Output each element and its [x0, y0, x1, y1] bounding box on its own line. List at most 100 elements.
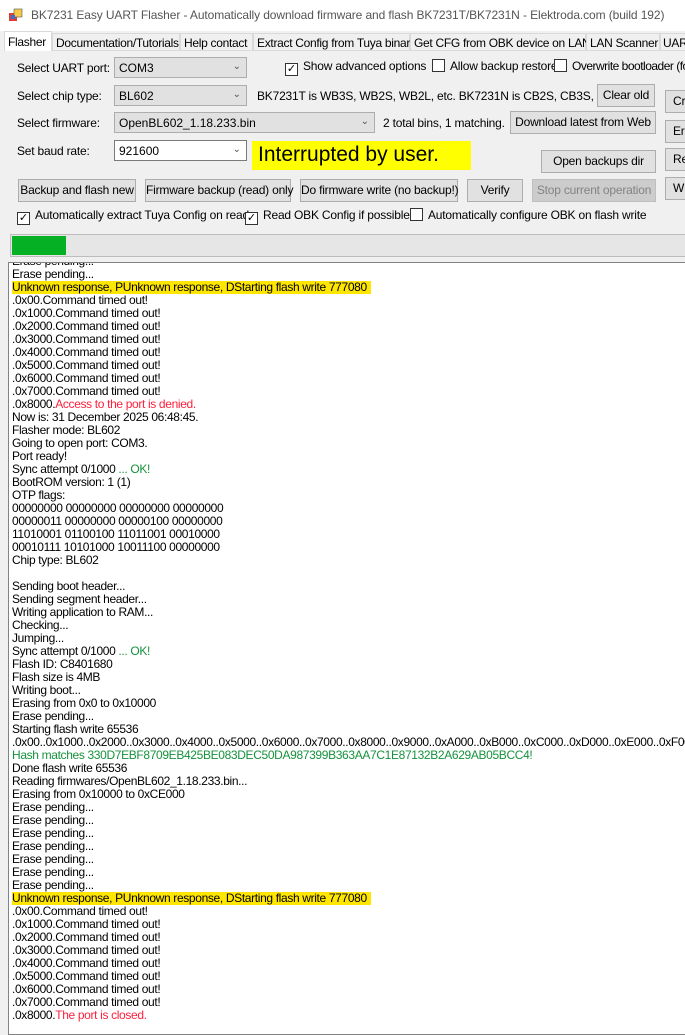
log-text: OTP flags: — [12, 488, 65, 502]
log-text: .0x2000.Command timed out! — [12, 319, 161, 333]
baud-rate-select[interactable]: 921600 ⌄ — [114, 140, 247, 161]
checkbox-icon — [554, 59, 567, 72]
overwrite-bootloader-checkbox[interactable]: Overwrite bootloader (fo — [554, 59, 685, 73]
log-text: Writing boot... — [12, 683, 81, 697]
title-bar: BK7231 Easy UART Flasher - Automatically… — [0, 0, 685, 31]
download-latest-button[interactable]: Download latest from Web — [510, 111, 656, 134]
log-text: 00000000 00000000 00000000 00000000 — [12, 501, 224, 515]
log-text: Erase pending... — [12, 839, 94, 853]
uart-port-select[interactable]: COM3 ⌄ — [114, 57, 247, 78]
allow-backup-restore-checkbox[interactable]: Allow backup restore — [432, 59, 558, 73]
read-obk-checkbox[interactable]: ✓ Read OBK Config if possible — [245, 208, 410, 225]
open-backups-button[interactable]: Open backups dir — [541, 150, 656, 173]
log-text: .0x4000.Command timed out! — [12, 956, 161, 970]
verify-button[interactable]: Verify — [467, 179, 523, 202]
chevron-down-icon: ⌄ — [232, 89, 241, 100]
log-line: Erase pending... — [12, 801, 685, 814]
tab-help-contact[interactable]: Help contact — [180, 33, 253, 51]
log-success-text: Hash matches 330D7EBF8709EB425BE083DEC50… — [12, 748, 533, 762]
log-text: 00010111 10101000 10011100 00000000 — [12, 540, 220, 554]
read-obk-label: Read OBK Config if possible — [263, 208, 410, 222]
firmware-label: Select firmware: — [17, 116, 100, 130]
log-text: Chip type: BL602 — [12, 553, 99, 567]
log-text: Sending segment header... — [12, 592, 147, 606]
baud-rate-label: Set baud rate: — [17, 144, 90, 158]
backup-and-flash-button[interactable]: Backup and flash new — [18, 179, 136, 202]
log-text: Now is: 31 December 2025 06:48:45. — [12, 410, 199, 424]
auto-configure-checkbox[interactable]: Automatically configure OBK on flash wri… — [410, 208, 647, 222]
log-text: Starting flash write 65536 — [12, 722, 139, 736]
log-text: .0x8000. — [12, 1008, 56, 1022]
log-text: Sending boot header... — [12, 579, 126, 593]
tab-get-cfg[interactable]: Get CFG from OBK device on LAN — [410, 33, 591, 51]
tab-uart[interactable]: UAR — [660, 33, 685, 51]
log-line: Writing application to RAM... — [12, 606, 685, 619]
log-text: .0x00..0x1000..0x2000..0x3000..0x4000..0… — [12, 735, 685, 749]
tab-extract-config[interactable]: Extract Config from Tuya binary — [253, 33, 416, 51]
log-error-text: The port is closed. — [55, 1008, 147, 1022]
tab-flasher[interactable]: Flasher — [4, 31, 52, 51]
log-text: 00000011 00000000 00000100 00000000 — [12, 514, 223, 528]
stop-operation-button[interactable]: Stop current operation — [532, 179, 656, 202]
log-text: Writing application to RAM... — [12, 605, 154, 619]
status-message: Interrupted by user. — [252, 141, 471, 170]
log-line: Erase pending... — [12, 840, 685, 853]
side-button-4[interactable]: W — [665, 177, 685, 200]
side-button-1[interactable]: Cr — [665, 90, 685, 113]
log-line: Erasing from 0x0 to 0x10000 — [12, 697, 685, 710]
auto-extract-label: Automatically extract Tuya Config on rea… — [35, 208, 249, 222]
app-icon — [9, 8, 23, 21]
log-line: Going to open port: COM3. — [12, 437, 685, 450]
checkbox-icon — [410, 208, 423, 221]
firmware-value: OpenBL602_1.18.233.bin — [119, 116, 256, 130]
log-text: .0x7000.Command timed out! — [12, 995, 161, 1009]
baud-rate-value: 921600 — [119, 144, 160, 158]
firmware-write-button[interactable]: Do firmware write (no backup!) — [300, 179, 459, 202]
show-advanced-checkbox[interactable]: ✓ Show advanced options — [285, 59, 426, 76]
log-text: Erasing from 0x0 to 0x10000 — [12, 696, 156, 710]
tab-documentation[interactable]: Documentation/Tutorials — [52, 33, 180, 51]
log-text: .0x3000.Command timed out! — [12, 332, 161, 346]
progress-fill — [12, 236, 66, 255]
chevron-down-icon: ⌄ — [232, 144, 241, 155]
checkbox-icon: ✓ — [17, 212, 30, 225]
log-text: .0x00.Command timed out! — [12, 293, 148, 307]
side-button-3[interactable]: Re — [665, 148, 685, 171]
log-text: Flash size is 4MB — [12, 670, 101, 684]
log-success-text: ... OK! — [118, 462, 150, 476]
log-text: Erase pending... — [12, 709, 94, 723]
log-line: Erase pending... — [12, 814, 685, 827]
chevron-down-icon: ⌄ — [360, 116, 369, 127]
show-advanced-label: Show advanced options — [303, 59, 427, 73]
log-text: .0x1000.Command timed out! — [12, 306, 161, 320]
clear-old-button[interactable]: Clear old — [597, 84, 655, 107]
log-output[interactable]: Erase pending...Erase pending...Unknown … — [8, 262, 685, 1035]
auto-extract-checkbox[interactable]: ✓ Automatically extract Tuya Config on re… — [17, 208, 249, 225]
log-text: BootROM version: 1 (1) — [12, 475, 131, 489]
side-button-2[interactable]: Er — [665, 120, 685, 143]
log-text: Erase pending... — [12, 878, 94, 892]
chip-type-label: Select chip type: — [17, 89, 102, 103]
auto-configure-label: Automatically configure OBK on flash wri… — [428, 208, 647, 222]
log-text: .0x4000.Command timed out! — [12, 345, 161, 359]
checkbox-icon: ✓ — [285, 63, 298, 76]
log-line: 00010111 10101000 10011100 00000000 — [12, 541, 685, 554]
firmware-select[interactable]: OpenBL602_1.18.233.bin ⌄ — [114, 112, 375, 133]
chevron-down-icon: ⌄ — [232, 61, 241, 72]
log-text: .0x3000.Command timed out! — [12, 943, 161, 957]
chip-hint: BK7231T is WB3S, WB2S, WB2L, etc. BK7231… — [257, 89, 613, 103]
chip-type-select[interactable]: BL602 ⌄ — [114, 85, 247, 106]
log-line: Flash ID: C8401680 — [12, 658, 685, 671]
uart-port-value: COM3 — [119, 61, 154, 75]
log-text: .0x00.Command timed out! — [12, 904, 148, 918]
log-text: Erasing from 0x10000 to 0xCE000 — [12, 787, 185, 801]
tab-lan-scanner[interactable]: LAN Scanner — [586, 33, 660, 51]
log-success-text: ... OK! — [118, 644, 150, 658]
log-text: .0x2000.Command timed out! — [12, 930, 161, 944]
log-text: Port ready! — [12, 449, 67, 463]
firmware-backup-button[interactable]: Firmware backup (read) only — [145, 179, 294, 202]
log-text: Jumping... — [12, 631, 64, 645]
log-text: Erase pending... — [12, 826, 94, 840]
log-text: Checking... — [12, 618, 69, 632]
log-line: Erasing from 0x10000 to 0xCE000 — [12, 788, 685, 801]
